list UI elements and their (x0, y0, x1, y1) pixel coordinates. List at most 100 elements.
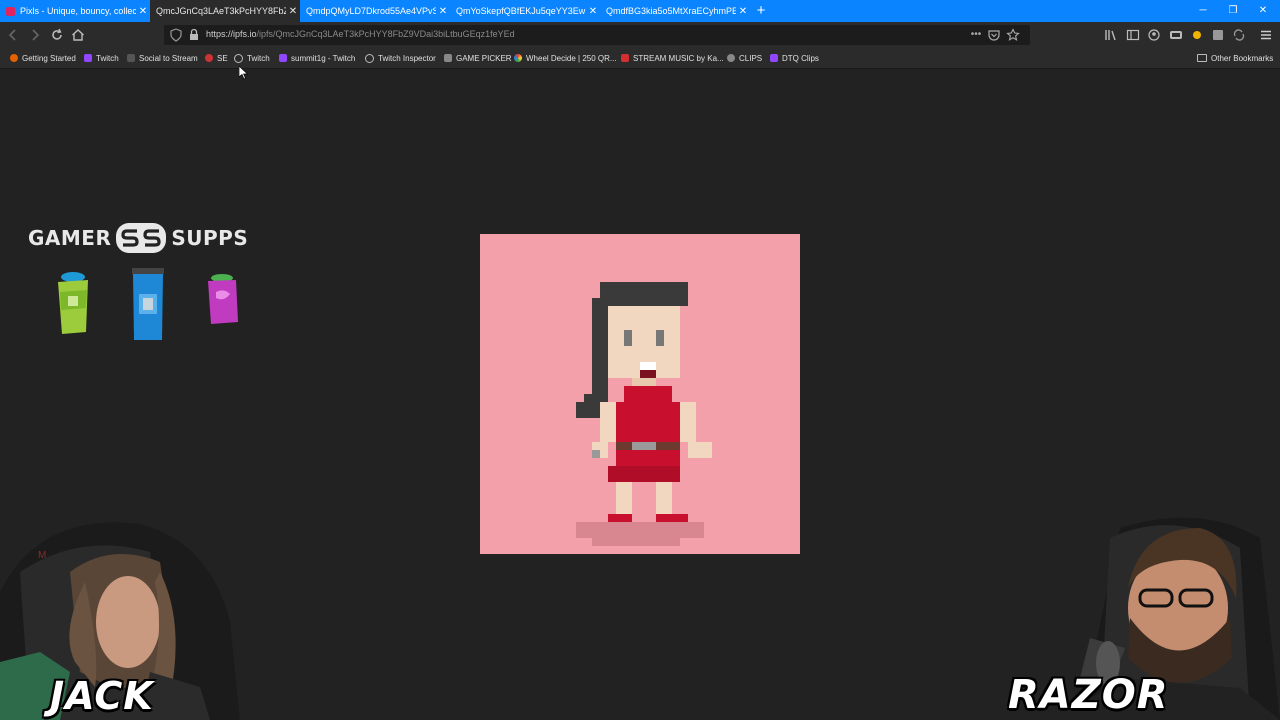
bookmark-label: DTQ Clips (782, 53, 819, 63)
twitch-icon (279, 54, 287, 62)
back-arrow-icon (8, 29, 16, 41)
tab-ipfs-active[interactable]: QmcJGnCq3LAeT3kPcHYY8FbZ9VDai ✕ (150, 0, 300, 22)
tab-ipfs-2[interactable]: QmdpQMyLD7Dkrod55Ae4VPvSip ✕ (300, 0, 450, 22)
forward-arrow-icon (32, 29, 40, 41)
clips-icon (727, 54, 735, 62)
close-tab-icon[interactable]: ✕ (286, 6, 300, 17)
bookmark-label: Social to Stream (139, 53, 198, 63)
url-host: https://ipfs.io (206, 29, 257, 39)
bookmark-getting-started[interactable]: Getting Started (10, 52, 76, 64)
pocket-icon[interactable] (986, 27, 1002, 43)
close-tab-icon[interactable]: ✕ (436, 6, 450, 17)
bookmark-label: Getting Started (22, 53, 76, 63)
bookmark-label: Twitch Inspector (378, 53, 436, 63)
youtube-icon (621, 54, 629, 62)
home-button[interactable] (69, 26, 87, 44)
pixls-favicon-icon (6, 6, 15, 16)
bookmark-social-to-stream[interactable]: Social to Stream (127, 52, 198, 64)
twitch-icon (84, 54, 92, 62)
bookmark-stream-music[interactable]: STREAM MUSIC by Ka... (621, 52, 724, 64)
bookmark-label: GAME PICKER (456, 53, 512, 63)
tab-strip: Pixls - Unique, bouncy, collect ✕ QmcJGn… (0, 0, 1280, 22)
green-shaker-cup-icon (58, 272, 88, 334)
tab-pixls[interactable]: Pixls - Unique, bouncy, collect ✕ (0, 0, 150, 22)
bookmark-summit1g[interactable]: summit1g - Twitch (279, 52, 355, 64)
new-tab-button[interactable]: + (753, 2, 769, 20)
bookmark-star-icon[interactable] (1005, 27, 1021, 43)
reload-button[interactable] (48, 26, 66, 44)
back-button[interactable] (4, 26, 22, 44)
bookmark-twitch[interactable]: Twitch (84, 52, 119, 64)
lock-icon[interactable] (186, 27, 202, 43)
hamburger-menu-icon[interactable] (1257, 26, 1275, 44)
sponsor-text-right: SUPPS (171, 226, 249, 250)
social-stream-icon (127, 54, 135, 62)
streamer-name-jack: JACK (50, 674, 154, 718)
page-actions-icon[interactable]: ••• (968, 27, 984, 43)
bookmarks-toolbar: Getting Started Twitch Social to Stream … (0, 48, 1280, 69)
bookmark-game-picker[interactable]: GAME PICKER (444, 52, 512, 64)
bookmark-dtq-clips[interactable]: DTQ Clips (770, 52, 819, 64)
tab-title: QmYoSkepfQBfEKJu5qeYY3EwEi (456, 6, 586, 16)
bookmark-clips[interactable]: CLIPS (727, 52, 762, 64)
bookmark-label: summit1g - Twitch (291, 53, 356, 63)
folder-icon (1197, 54, 1207, 62)
bookmark-label: Twitch (96, 53, 119, 63)
bookmark-label: Other Bookmarks (1211, 53, 1274, 63)
globe-icon (234, 53, 243, 63)
bookmark-label: Twitch (247, 53, 270, 63)
webcam-razor: RAZOR (1000, 508, 1280, 720)
extension-honey-icon[interactable] (1188, 26, 1206, 44)
forward-button[interactable] (26, 26, 44, 44)
wheel-icon (514, 54, 522, 62)
firefox-icon (10, 54, 18, 62)
mouse-cursor-icon (239, 66, 249, 80)
tab-title: QmdfBG3kia5o5MtXraECyhmPEN (606, 6, 736, 16)
webcam-jack: M JACK (0, 512, 240, 720)
close-tab-icon[interactable]: ✕ (586, 6, 600, 17)
tab-ipfs-3[interactable]: QmYoSkepfQBfEKJu5qeYY3EwEi ✕ (450, 0, 600, 22)
se-icon (205, 54, 213, 62)
streamer-name-razor: RAZOR (1008, 672, 1169, 718)
library-icon[interactable] (1102, 26, 1120, 44)
navigation-toolbar: https://ipfs.io/ipfs/QmcJGnCq3LAeT3kPcHY… (0, 22, 1280, 48)
nft-pixel-art-image (480, 234, 800, 554)
gs-logo-mark-icon (116, 223, 167, 253)
bookmark-se[interactable]: SE (205, 52, 228, 64)
tab-title: QmdpQMyLD7Dkrod55Ae4VPvSip (306, 6, 436, 16)
purple-shaker-cup-icon (208, 274, 238, 324)
gamer-supps-logo: GAMER SUPPS (28, 218, 273, 258)
bookmark-twitch-inspector[interactable]: Twitch Inspector (365, 52, 436, 64)
bookmark-twitch-2[interactable]: Twitch (234, 52, 270, 64)
bookmark-label: Wheel Decide | 250 QR... (526, 53, 617, 63)
url-bar[interactable]: https://ipfs.io/ipfs/QmcJGnCq3LAeT3kPcHY… (164, 25, 1030, 45)
bookmark-wheel-decide[interactable]: Wheel Decide | 250 QR... (514, 52, 617, 64)
game-picker-icon (444, 54, 452, 62)
tracking-shield-icon[interactable] (168, 27, 184, 43)
pixel-character-icon (576, 282, 712, 546)
globe-icon (365, 53, 374, 63)
url-text[interactable]: https://ipfs.io/ipfs/QmcJGnCq3LAeT3kPcHY… (206, 29, 515, 39)
restore-button[interactable]: ❐ (1218, 2, 1248, 20)
other-bookmarks[interactable]: Other Bookmarks (1197, 52, 1273, 64)
blue-shaker-cup-icon (132, 260, 164, 340)
svg-text:M: M (38, 550, 46, 561)
tab-title: Pixls - Unique, bouncy, collect (20, 6, 136, 16)
url-path: /ipfs/QmcJGnCq3LAeT3kPcHYY8FbZ9VDai3biLt… (256, 29, 515, 39)
home-icon (72, 29, 84, 41)
bookmark-label: STREAM MUSIC by Ka... (633, 53, 724, 63)
minimize-button[interactable]: ─ (1188, 2, 1218, 20)
reload-icon (52, 28, 62, 40)
twitch-icon (770, 54, 778, 62)
account-icon[interactable] (1145, 26, 1163, 44)
close-window-button[interactable]: ✕ (1248, 2, 1278, 20)
close-tab-icon[interactable]: ✕ (136, 6, 150, 17)
sidebar-icon[interactable] (1124, 26, 1142, 44)
extension-gamepad-icon[interactable] (1167, 26, 1185, 44)
extension-icon[interactable] (1209, 26, 1227, 44)
tab-title: QmcJGnCq3LAeT3kPcHYY8FbZ9VDai (156, 6, 286, 16)
extension-sync-icon[interactable] (1230, 26, 1248, 44)
tab-ipfs-4[interactable]: QmdfBG3kia5o5MtXraECyhmPEN ✕ (600, 0, 750, 22)
close-tab-icon[interactable]: ✕ (736, 6, 750, 17)
bookmark-label: SE (217, 53, 228, 63)
